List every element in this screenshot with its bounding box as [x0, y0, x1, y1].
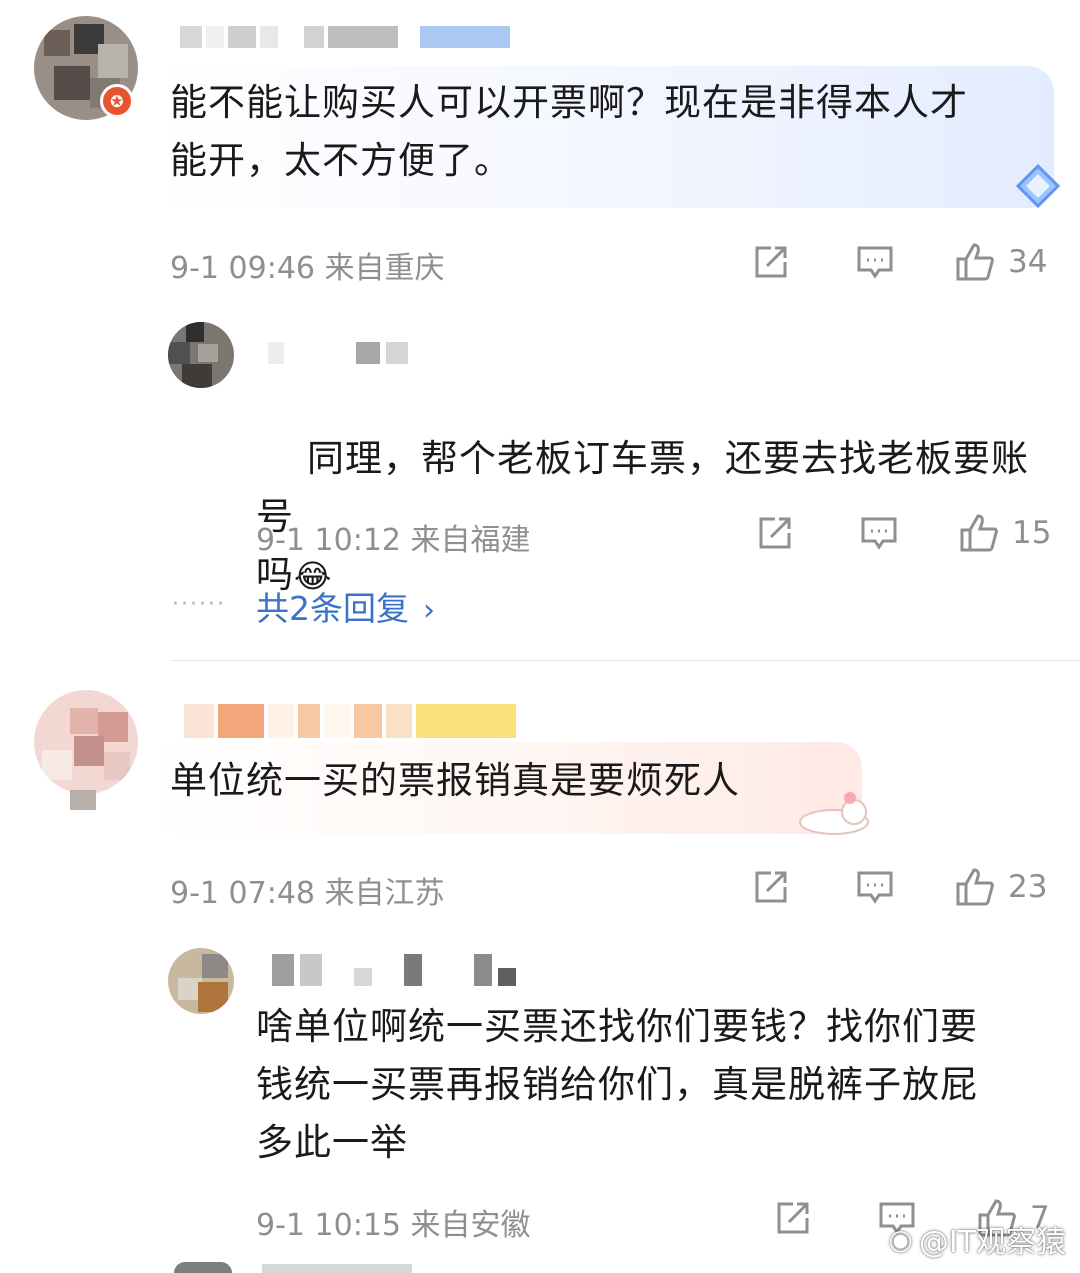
like-icon[interactable]	[958, 512, 1000, 554]
reply-actions: 15	[754, 512, 1051, 554]
username-obscured[interactable]	[180, 26, 510, 48]
verified-badge-icon: ✪	[100, 84, 134, 118]
comment-icon[interactable]	[858, 512, 900, 554]
avatar[interactable]	[34, 690, 138, 794]
reply-text: 啥单位啊统一买票还找你们要钱？找你们要 钱统一买票再报销给你们，真是脱裤子放屁 …	[256, 1005, 978, 1164]
like-count: 34	[1008, 244, 1048, 280]
like-count: 15	[1012, 515, 1052, 551]
share-icon[interactable]	[750, 241, 792, 283]
watermark: ◉ @IT观察猿	[888, 1217, 1066, 1261]
next-comment-username-partial	[262, 1264, 412, 1273]
comment-icon[interactable]	[854, 866, 896, 908]
reply-avatar[interactable]	[168, 322, 234, 388]
reply-meta: 9-1 10:15 来自安徽	[256, 1208, 531, 1243]
comment-text: 能不能让购买人可以开票啊？现在是非得本人才 能开，太不方便了。	[170, 81, 968, 182]
like-icon[interactable]	[954, 241, 996, 283]
like-count: 23	[1008, 869, 1048, 905]
comment-text: 单位统一买的票报销真是要烦死人	[170, 759, 740, 802]
comment-icon[interactable]	[854, 241, 896, 283]
view-more-replies-link[interactable]: 共2条回复 ›	[256, 582, 435, 630]
reply-username-obscured[interactable]	[268, 342, 408, 364]
like-icon[interactable]	[954, 866, 996, 908]
reply-meta: 9-1 10:12 来自福建	[256, 523, 531, 558]
reply-avatar[interactable]	[168, 948, 234, 1014]
username-obscured[interactable]	[184, 704, 516, 738]
watermark-text: @IT观察猿	[918, 1225, 1066, 1260]
more-replies-label: 共2条回复	[256, 589, 409, 628]
next-comment-avatar-partial	[174, 1262, 232, 1273]
share-icon[interactable]	[754, 512, 796, 554]
more-dots: ······	[172, 592, 226, 617]
comment-meta: 9-1 07:48 来自江苏	[170, 876, 445, 911]
weibo-logo-icon: ◉	[888, 1222, 913, 1256]
reply-username-obscured[interactable]	[272, 954, 516, 986]
chevron-right-icon: ›	[423, 593, 435, 628]
comment-meta: 9-1 09:46 来自重庆	[170, 251, 445, 286]
avatar-overflow-pixels	[70, 790, 96, 810]
share-icon[interactable]	[772, 1197, 814, 1239]
comment-actions: 23	[750, 866, 1047, 908]
comment-divider	[170, 660, 1080, 661]
comment-actions: 34	[750, 241, 1047, 283]
share-icon[interactable]	[750, 866, 792, 908]
